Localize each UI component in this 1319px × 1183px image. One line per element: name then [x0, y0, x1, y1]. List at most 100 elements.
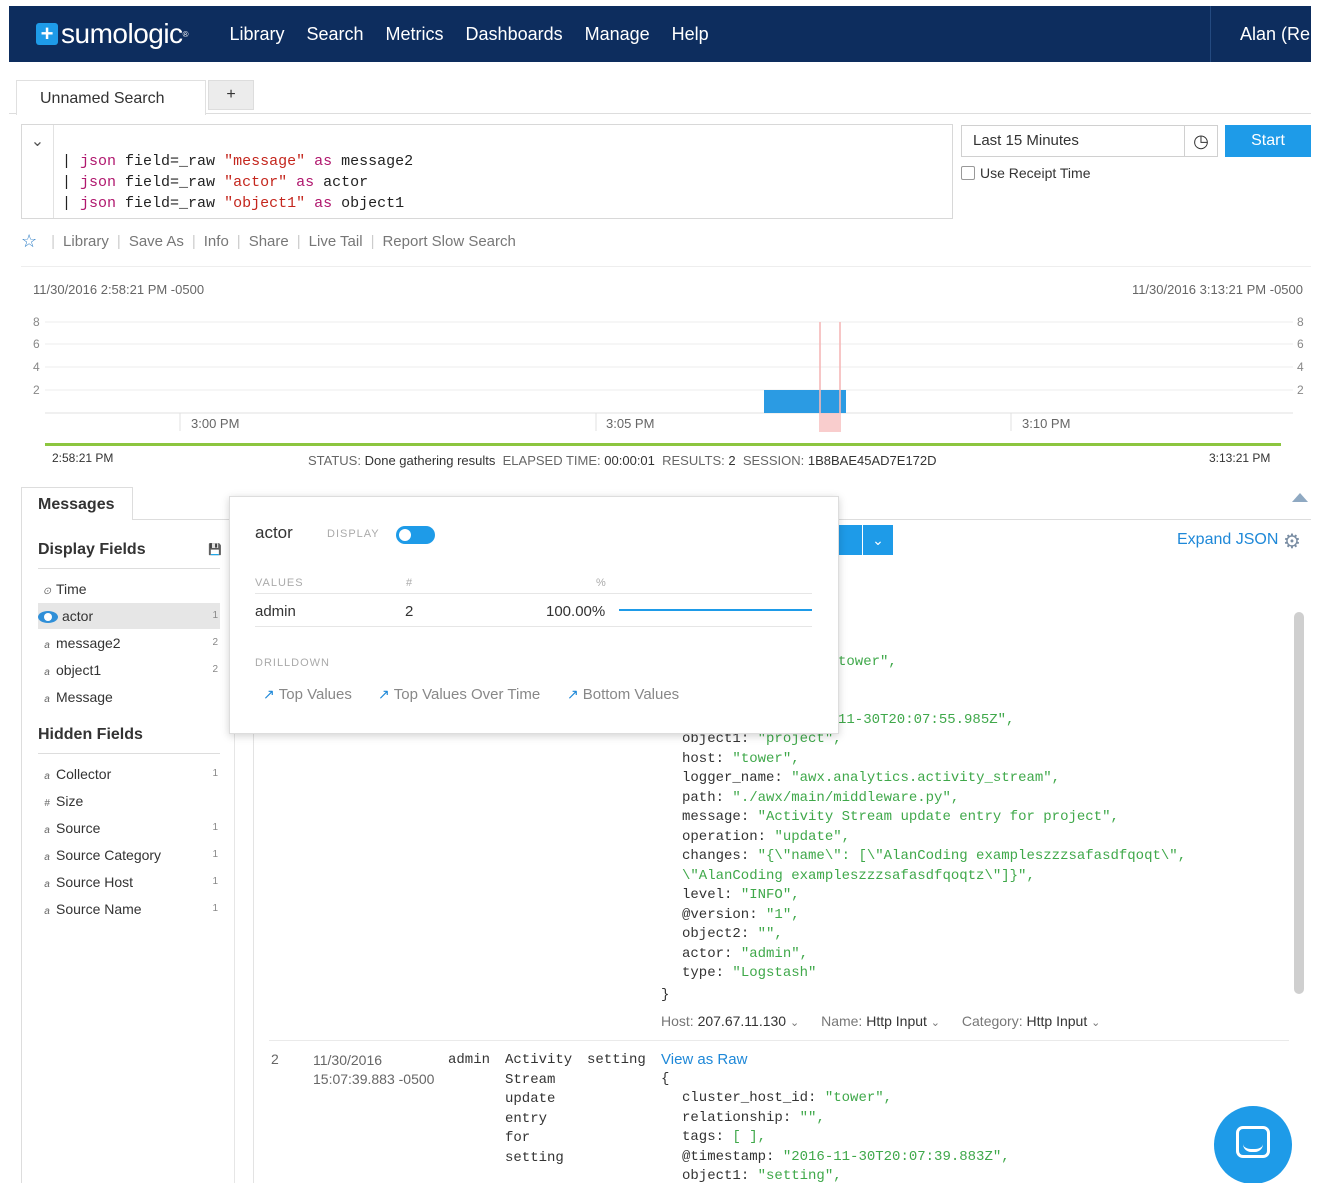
json-value[interactable]: "",	[758, 926, 783, 942]
clock-icon[interactable]: ◷	[1185, 125, 1218, 157]
json-value[interactable]: "{\"name\": [\"AlanCoding exampleszzzsaf…	[758, 848, 1186, 864]
nav-metrics[interactable]: Metrics	[386, 24, 444, 45]
json-value[interactable]: "setting",	[758, 1168, 842, 1183]
json-key[interactable]: message	[682, 809, 741, 825]
histogram-chart[interactable]: 8 6 4 2 8 6 4 2 3:00 PM 3:05 PM 3:10 PM	[21, 307, 1311, 452]
field-message[interactable]: a Message	[38, 684, 220, 710]
json-key[interactable]: relationship	[682, 1110, 783, 1126]
record-timestamp: 15:07:39.883 -0500	[313, 1071, 435, 1087]
x-tick-label: 3:10 PM	[1022, 416, 1070, 431]
chevron-down-icon[interactable]: ⌄	[22, 125, 54, 218]
json-value[interactable]: "tower",	[732, 751, 799, 767]
link-label: Bottom Values	[582, 686, 680, 703]
user-menu[interactable]: Alan (Re	[1210, 6, 1311, 62]
tab-messages[interactable]: Messages	[21, 487, 133, 520]
name-value[interactable]: Http Input	[866, 1013, 927, 1029]
field-collector[interactable]: a Collector 1	[38, 761, 220, 787]
json-key[interactable]: path	[682, 790, 716, 806]
field-source-category[interactable]: a Source Category 1	[38, 842, 220, 868]
receipt-time-checkbox[interactable]	[961, 166, 975, 180]
nav-dashboards[interactable]: Dashboards	[466, 24, 563, 45]
action-library[interactable]: Library	[63, 233, 109, 250]
category-value[interactable]: Http Input	[1027, 1013, 1088, 1029]
histogram-start-time: 2:58:21 PM	[52, 451, 114, 465]
json-key[interactable]: changes	[682, 848, 741, 864]
host-value[interactable]: 207.67.11.130	[698, 1013, 787, 1029]
json-value[interactable]: "Activity Stream update entry for projec…	[758, 809, 1119, 825]
action-share[interactable]: Share	[249, 233, 289, 250]
field-source-host[interactable]: a Source Host 1	[38, 869, 220, 895]
value-admin[interactable]: admin	[255, 603, 296, 620]
chevron-down-icon[interactable]: ⌄	[1091, 1017, 1100, 1029]
json-value[interactable]: "INFO",	[741, 887, 800, 903]
action-info[interactable]: Info	[204, 233, 229, 250]
json-value[interactable]: "update",	[774, 829, 850, 845]
chevron-down-icon[interactable]: ⌄	[863, 525, 893, 555]
json-value[interactable]: \"AlanCoding exampleszzzsafasdfqoqtz\"]}…	[682, 868, 1035, 884]
action-report-slow-search[interactable]: Report Slow Search	[382, 233, 515, 250]
tab-unnamed-search[interactable]: Unnamed Search	[16, 80, 206, 115]
json-value[interactable]: "awx.analytics.activity_stream",	[791, 770, 1060, 786]
json-key[interactable]: type	[682, 965, 716, 981]
json-key[interactable]: actor	[682, 946, 724, 962]
json-colon: :	[740, 809, 758, 825]
json-key[interactable]: host	[682, 751, 716, 767]
json-value[interactable]: "./awx/main/middleware.py",	[732, 790, 959, 806]
json-value[interactable]: [ ],	[732, 1129, 766, 1145]
json-key[interactable]: operation	[682, 829, 758, 845]
nav-search[interactable]: Search	[307, 24, 364, 45]
action-live-tail[interactable]: Live Tail	[309, 233, 363, 250]
json-value[interactable]: "tower",	[825, 1090, 892, 1106]
json-value[interactable]: "",	[800, 1110, 825, 1126]
view-as-raw-link[interactable]: View as Raw	[661, 1051, 747, 1068]
json-key[interactable]: tags	[682, 1129, 716, 1145]
histogram-bar[interactable]	[764, 390, 846, 413]
json-key[interactable]: level	[682, 887, 724, 903]
time-range-input[interactable]: Last 15 Minutes	[961, 125, 1185, 157]
sumologic-logo[interactable]: + sumologic ®	[36, 18, 188, 50]
json-key[interactable]: object2	[682, 926, 741, 942]
top-values-link[interactable]: ↗ Top Values	[263, 686, 352, 703]
use-receipt-time[interactable]: Use Receipt Time	[961, 165, 1090, 181]
add-tab-button[interactable]: +	[208, 80, 254, 110]
query-editor[interactable]: ⌄ | json field=_raw "message" as message…	[21, 124, 953, 219]
query-as: as	[305, 153, 342, 170]
collapse-up-icon[interactable]	[1292, 493, 1308, 502]
nav-library[interactable]: Library	[229, 24, 284, 45]
bottom-values-link[interactable]: ↗ Bottom Values	[567, 686, 679, 703]
save-icon[interactable]: 💾	[208, 543, 222, 556]
chevron-down-icon[interactable]: ⌄	[931, 1017, 940, 1029]
json-value[interactable]: "admin",	[741, 946, 808, 962]
field-object1[interactable]: a object1 2	[38, 657, 220, 683]
nav-manage[interactable]: Manage	[585, 24, 650, 45]
json-value[interactable]: "Logstash"	[732, 965, 816, 981]
start-button[interactable]: Start	[1225, 125, 1311, 157]
display-toggle[interactable]	[396, 526, 435, 544]
expand-json-link[interactable]: Expand JSON	[1177, 531, 1278, 549]
messages-scrollbar[interactable]	[1294, 612, 1304, 994]
star-icon[interactable]: ☆	[21, 231, 37, 252]
json-key[interactable]: cluster_host_id	[682, 1090, 808, 1106]
view-mode-button[interactable]	[838, 525, 862, 555]
field-time[interactable]: ⊙ Time	[38, 576, 220, 602]
text-type-icon: a	[44, 667, 50, 678]
query-text[interactable]: | json field=_raw "message" as message2 |…	[62, 151, 413, 214]
field-actor[interactable]: actor 1	[38, 603, 220, 629]
json-key[interactable]: logger_name	[682, 770, 774, 786]
top-values-over-time-link[interactable]: ↗ Top Values Over Time	[378, 686, 540, 703]
action-save-as[interactable]: Save As	[129, 233, 184, 250]
gear-icon[interactable]: ⚙	[1283, 529, 1301, 554]
chat-icon[interactable]	[1214, 1106, 1292, 1183]
json-key[interactable]: @timestamp	[682, 1149, 766, 1165]
json-value[interactable]: "1",	[766, 907, 800, 923]
field-size[interactable]: # Size	[38, 788, 220, 814]
chevron-down-icon[interactable]: ⌄	[790, 1017, 799, 1029]
json-key[interactable]: @version	[682, 907, 749, 923]
json-key[interactable]: object1	[682, 1168, 741, 1183]
nav-help[interactable]: Help	[672, 24, 709, 45]
json-value[interactable]: "2016-11-30T20:07:39.883Z",	[783, 1149, 1010, 1165]
field-source-name[interactable]: a Source Name 1	[38, 896, 220, 922]
field-source[interactable]: a Source 1	[38, 815, 220, 841]
text-type-icon: a	[44, 771, 50, 782]
field-message2[interactable]: a message2 2	[38, 630, 220, 656]
